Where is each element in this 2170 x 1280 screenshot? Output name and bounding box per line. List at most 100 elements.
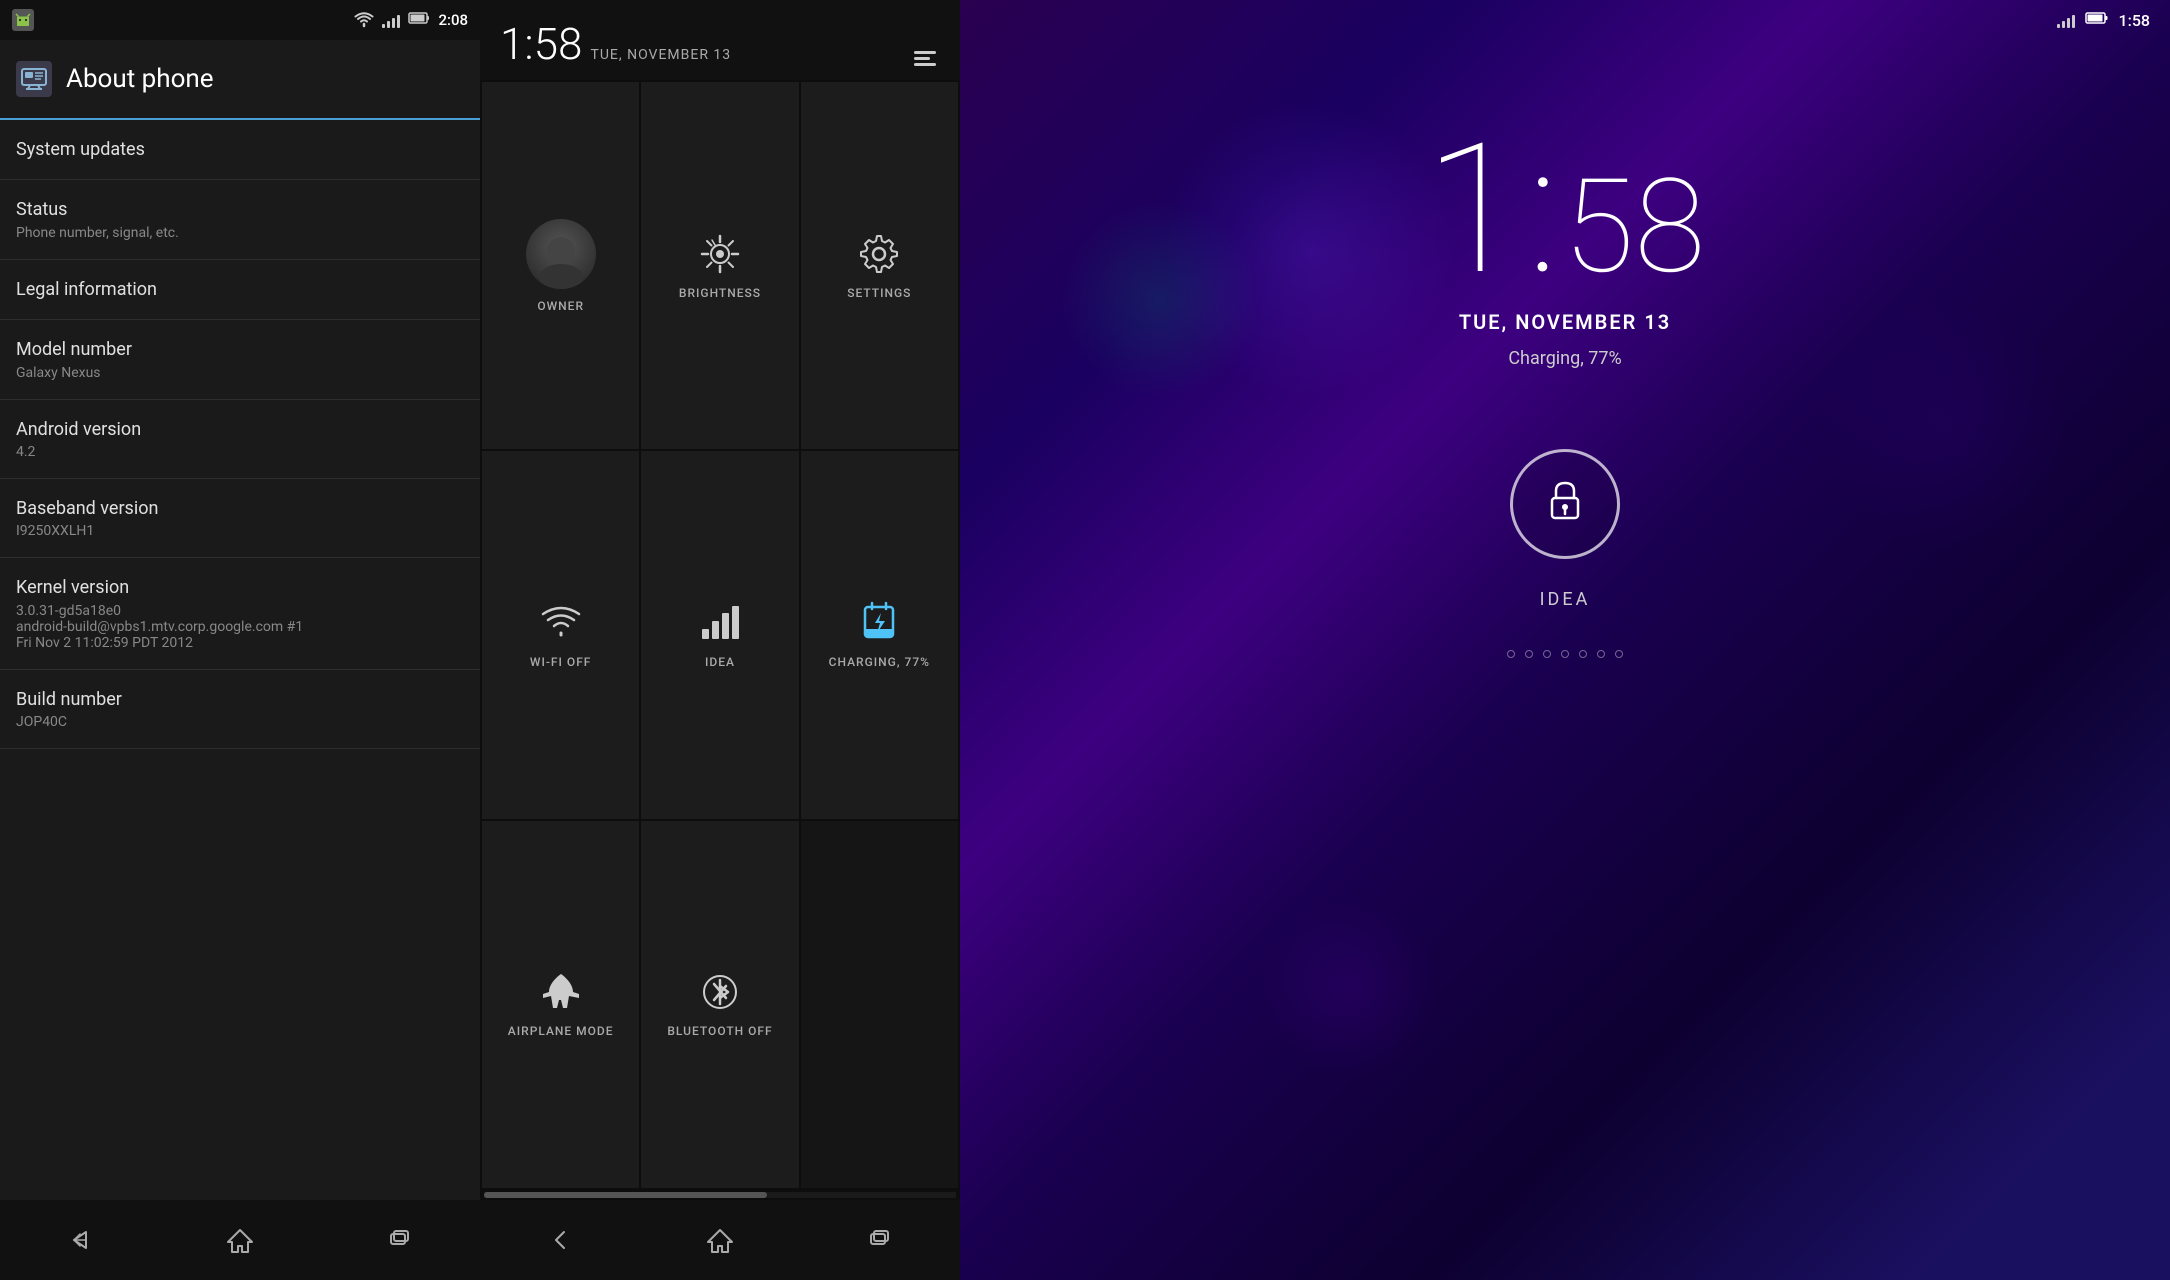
bluetooth-icon: [698, 970, 742, 1014]
wifi-tile[interactable]: WI-FI OFF: [482, 451, 639, 818]
lock-time: 1:58: [2119, 11, 2151, 30]
item-title: Kernel version: [16, 576, 464, 599]
charging-tile[interactable]: CHARGING, 77%: [801, 451, 958, 818]
item-subtitle: I9250XXLH1: [16, 523, 464, 539]
item-title: Model number: [16, 338, 464, 361]
charging-icon: [857, 601, 901, 645]
status-bar-left-icons: [12, 9, 34, 31]
android-icon: [12, 9, 34, 31]
status-time: 2:08: [438, 11, 468, 29]
list-item[interactable]: Status Phone number, signal, etc.: [0, 180, 480, 259]
bluetooth-tile[interactable]: BLUETOOTH OFF: [641, 821, 798, 1188]
signal-bars-icon: [382, 12, 400, 28]
battery-icon: [408, 11, 430, 29]
lock-clock: 1 : 58: [1425, 120, 1706, 300]
item-title: Android version: [16, 418, 464, 441]
empty-tile: [801, 821, 958, 1188]
list-item[interactable]: Legal information: [0, 260, 480, 320]
overflow-menu-button[interactable]: [910, 47, 940, 70]
quick-time: 1:58: [500, 18, 582, 70]
lock-status-right-icons: 1:58: [2057, 11, 2151, 30]
page-dot-4: [1561, 650, 1569, 658]
page-dot-6: [1597, 650, 1605, 658]
idea-tile[interactable]: IDEA: [641, 451, 798, 818]
airplane-tile-label: AIRPLANE MODE: [508, 1024, 614, 1038]
quick-settings-panel: 1:58 TUE, NOVEMBER 13 OWNER: [480, 0, 960, 1280]
settings-icon: [857, 232, 901, 276]
lock-content: 1 : 58 TUE, NOVEMBER 13 Charging, 77% ID…: [960, 40, 2170, 1280]
item-title: Baseband version: [16, 497, 464, 520]
item-subtitle: Phone number, signal, etc.: [16, 225, 464, 241]
home-button[interactable]: [210, 1210, 270, 1270]
recent-apps-button[interactable]: [850, 1210, 910, 1270]
quick-time-area: 1:58 TUE, NOVEMBER 13: [500, 18, 731, 70]
item-subtitle: 3.0.31-gd5a18e0 android-build@vpbs1.mtv.…: [16, 603, 464, 651]
person-icon: [526, 219, 596, 289]
lock-icon: [1542, 476, 1588, 533]
item-subtitle: Galaxy Nexus: [16, 365, 464, 381]
item-title: Status: [16, 198, 464, 221]
battery-icon: [2085, 11, 2109, 29]
page-dot-1: [1507, 650, 1515, 658]
item-subtitle: 4.2: [16, 444, 464, 460]
signal-bars-icon: [2057, 12, 2075, 28]
lock-time-separator: :: [1527, 120, 1559, 300]
item-subtitle: JOP40C: [16, 714, 464, 730]
page-dot-7: [1615, 650, 1623, 658]
wifi-off-icon: [539, 601, 583, 645]
bluetooth-tile-label: BLUETOOTH OFF: [667, 1024, 772, 1038]
list-item[interactable]: Baseband version I9250XXLH1: [0, 479, 480, 558]
status-bar-right-icons: 2:08: [354, 11, 468, 29]
unlock-button[interactable]: [1510, 449, 1620, 559]
item-title: Legal information: [16, 278, 464, 301]
item-title: System updates: [16, 138, 464, 161]
home-button[interactable]: [690, 1210, 750, 1270]
about-header-icon: [16, 61, 52, 97]
scroll-bar: [484, 1192, 956, 1198]
airplane-tile[interactable]: AIRPLANE MODE: [482, 821, 639, 1188]
page-title: About phone: [66, 64, 214, 94]
list-item[interactable]: Build number JOP40C: [0, 670, 480, 749]
brightness-tile-label: BRIGHTNESS: [679, 286, 761, 300]
lock-date: TUE, NOVEMBER 13: [1459, 310, 1671, 334]
nav-bar-about: [0, 1200, 480, 1280]
back-button[interactable]: [530, 1210, 590, 1270]
airplane-icon: [539, 970, 583, 1014]
nav-bar-quick: [480, 1200, 960, 1280]
page-dot-5: [1579, 650, 1587, 658]
quick-date: TUE, NOVEMBER 13: [590, 47, 731, 63]
wifi-tile-label: WI-FI OFF: [530, 655, 592, 669]
lock-carrier-label: IDEA: [1540, 589, 1591, 610]
quick-settings-header: 1:58 TUE, NOVEMBER 13: [480, 0, 960, 80]
idea-tile-label: IDEA: [705, 655, 735, 669]
settings-tile-label: SETTINGS: [847, 286, 911, 300]
lock-unlock-area: IDEA: [1510, 449, 1620, 610]
list-item[interactable]: Android version 4.2: [0, 400, 480, 479]
lock-screen-panel: 1:58 1 : 58 TUE, NOVEMBER 13 Charging, 7…: [960, 0, 2170, 1280]
list-item[interactable]: Model number Galaxy Nexus: [0, 320, 480, 399]
about-list: System updates Status Phone number, sign…: [0, 120, 480, 1200]
item-title: Build number: [16, 688, 464, 711]
owner-tile-label: OWNER: [537, 299, 584, 313]
status-bar-about: 2:08: [0, 0, 480, 40]
wifi-icon: [354, 12, 374, 28]
brightness-icon: [698, 232, 742, 276]
about-header: About phone: [0, 40, 480, 120]
charging-tile-label: CHARGING, 77%: [829, 655, 930, 669]
settings-tile[interactable]: SETTINGS: [801, 82, 958, 449]
about-phone-panel: 2:08 About phone System updates Status P…: [0, 0, 480, 1280]
lock-page-indicators: [1507, 650, 1623, 658]
scroll-thumb: [484, 1192, 767, 1198]
brightness-tile[interactable]: BRIGHTNESS: [641, 82, 798, 449]
page-dot-2: [1525, 650, 1533, 658]
owner-tile[interactable]: OWNER: [482, 82, 639, 449]
lock-time-minutes: 58: [1563, 162, 1705, 292]
quick-tiles-grid: OWNER BRIGHTNESS: [480, 80, 960, 1190]
list-item[interactable]: Kernel version 3.0.31-gd5a18e0 android-b…: [0, 558, 480, 669]
list-item[interactable]: System updates: [0, 120, 480, 180]
recent-apps-button[interactable]: [370, 1210, 430, 1270]
lock-charging-status: Charging, 77%: [1508, 348, 1621, 369]
page-dot-3: [1543, 650, 1551, 658]
lock-time-hour: 1: [1425, 120, 1524, 300]
back-button[interactable]: [50, 1210, 110, 1270]
